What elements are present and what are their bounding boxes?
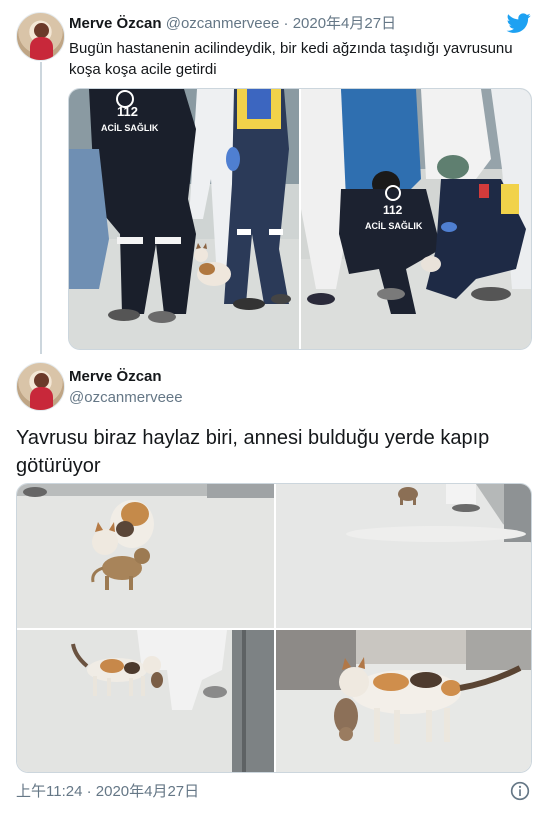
badge-text-left: ACİL SAĞLIK	[101, 122, 159, 133]
badge-number-right: 112	[383, 203, 403, 217]
separator: ·	[283, 15, 289, 32]
photo-cat-close-image	[276, 630, 531, 772]
tweet1-header: Merve Özcan @ozcanmerveee · 2020年4月27日	[69, 14, 396, 34]
photo-cat-walking[interactable]	[17, 630, 274, 772]
author-handle[interactable]: @ozcanmerveee	[69, 388, 183, 408]
photo-cat-carrying-kitten[interactable]	[17, 484, 274, 628]
tweet2-text: Yavrusu biraz haylaz biri, annesi bulduğ…	[16, 427, 490, 477]
photo-cat-carrying-kitten-image	[17, 484, 274, 628]
tweet1-text: Bugün hastanenin acilindeydik, bir kedi …	[69, 40, 513, 78]
badge-text-right: ACİL SAĞLIK	[365, 220, 423, 231]
avatar[interactable]	[16, 362, 65, 411]
photo-cat-close[interactable]	[276, 630, 531, 772]
avatar-body	[30, 387, 53, 410]
tweet-timestamp[interactable]: 上午11:24 · 2020年4月27日	[16, 782, 199, 802]
author-name[interactable]: Merve Özcan	[69, 15, 162, 32]
photo-cat-walking-image	[17, 630, 274, 772]
avatar-head	[34, 23, 49, 38]
info-icon[interactable]	[510, 781, 530, 801]
badge-number-left: 112	[117, 104, 138, 119]
photo-hallway[interactable]	[276, 484, 531, 628]
author-name[interactable]: Merve Özcan	[69, 367, 162, 387]
avatar[interactable]	[16, 12, 65, 61]
photo-paramedics-right[interactable]: 112 ACİL SAĞLIK	[301, 89, 531, 349]
author-handle[interactable]: @ozcanmerveee	[166, 15, 280, 32]
tweet2-media[interactable]	[16, 483, 532, 773]
tweet1-media[interactable]: 112 ACİL SAĞLIK 112 ACİL SAĞLIK	[68, 88, 532, 350]
photo-paramedics-left[interactable]: 112 ACİL SAĞLIK	[69, 89, 299, 349]
photo-paramedics-right-image: 112 ACİL SAĞLIK	[301, 89, 531, 349]
photo-paramedics-left-image: 112 ACİL SAĞLIK	[69, 89, 299, 349]
thread-line	[40, 62, 42, 354]
avatar-body	[30, 37, 53, 60]
twitter-bird-icon[interactable]	[506, 11, 532, 35]
photo-hallway-image	[276, 484, 531, 628]
tweet-date[interactable]: 2020年4月27日	[293, 15, 396, 32]
avatar-head	[34, 373, 49, 388]
